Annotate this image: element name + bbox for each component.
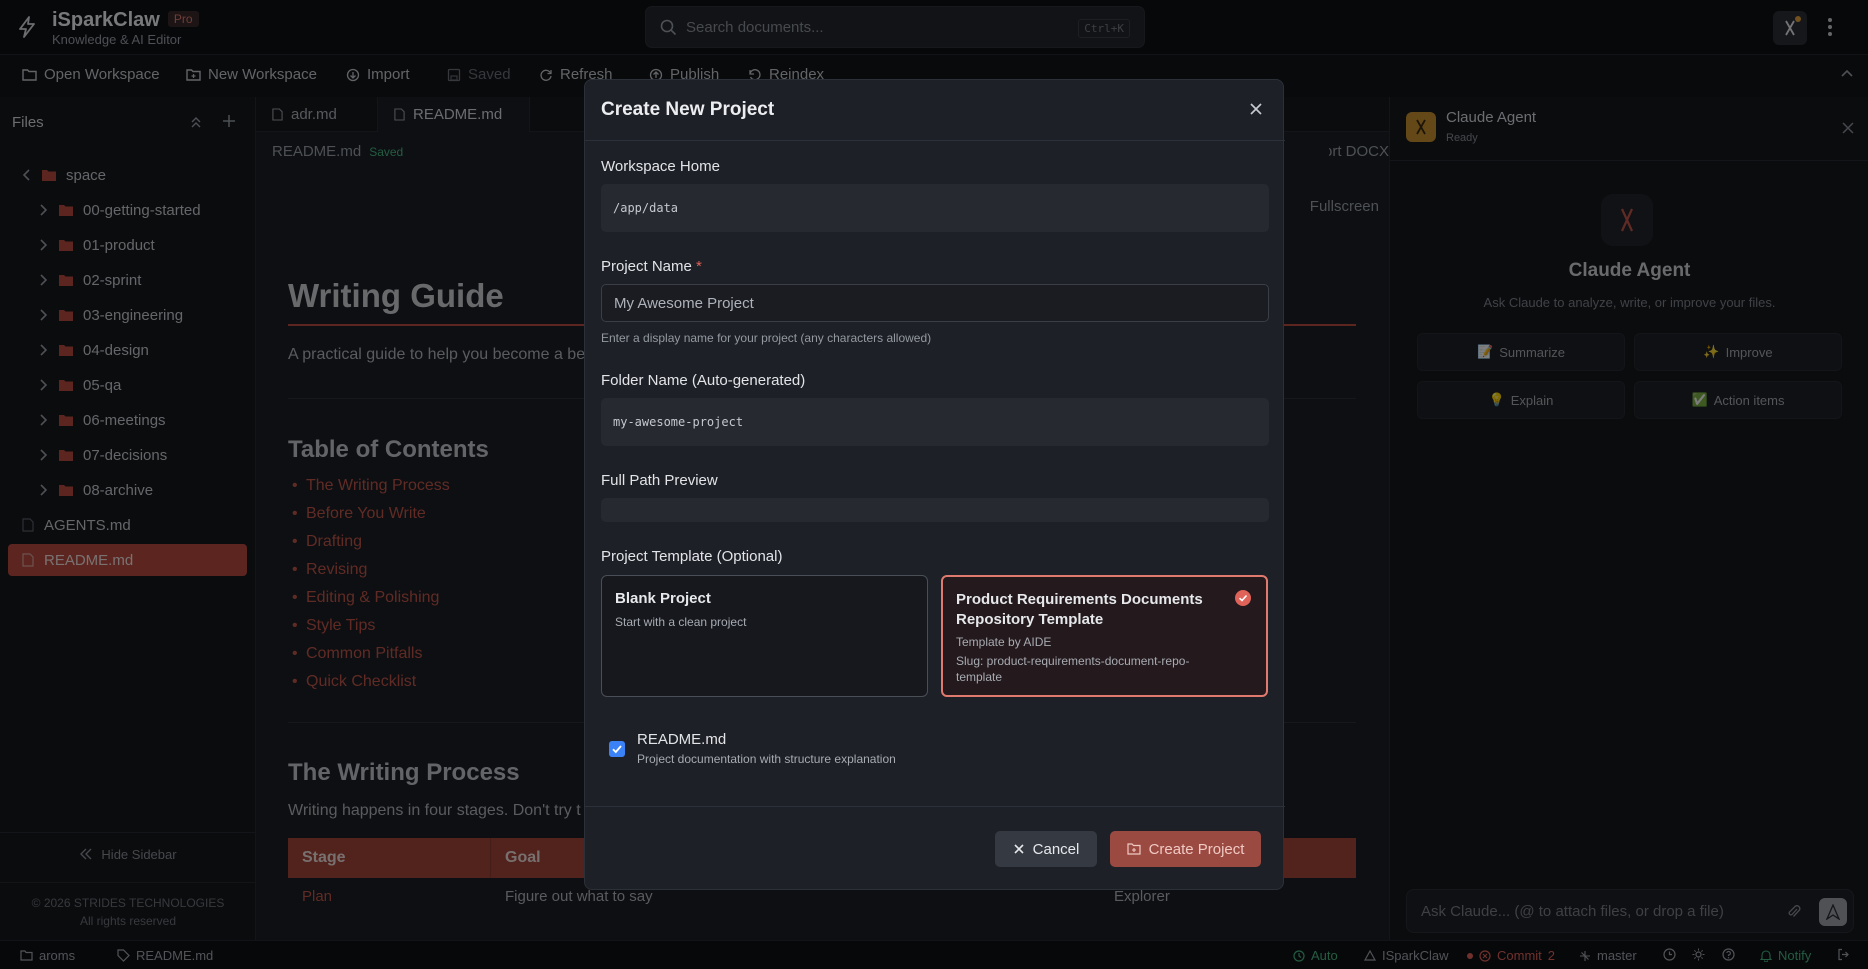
check-circle-icon [1235,590,1251,606]
create-project-button[interactable]: Create Project [1110,831,1261,867]
folder-name-label: Folder Name (Auto-generated) [601,372,806,389]
readme-checkbox[interactable] [609,741,625,757]
create-project-dialog: Create New Project Workspace Home /app/d… [584,79,1285,890]
full-path-label: Full Path Preview [601,472,718,489]
template-card-prd[interactable]: Product Requirements Documents Repositor… [941,575,1268,697]
readme-option-label: README.md [637,731,727,748]
template-title: Product Requirements Documents Repositor… [956,591,1203,628]
project-name-help: Enter a display name for your project (a… [601,331,932,345]
folder-name-field: my-awesome-project [601,398,1269,446]
project-name-input[interactable]: My Awesome Project [601,284,1269,322]
project-name-label: Project Name * [601,258,702,275]
full-path-preview [601,498,1269,522]
template-slug: Slug: product-requirements-document-repo… [956,654,1190,684]
required-mark: * [696,258,702,275]
workspace-home-field: /app/data [601,184,1269,232]
template-card-blank[interactable]: Blank Project Start with a clean project [601,575,928,697]
cancel-button[interactable]: Cancel [995,831,1097,867]
template-label: Project Template (Optional) [601,548,783,565]
workspace-home-label: Workspace Home [601,158,720,175]
readme-option-desc: Project documentation with structure exp… [637,752,896,766]
create-label: Create Project [1148,840,1245,858]
x-icon [1013,843,1025,855]
project-name-label-text: Project Name [601,258,692,275]
cancel-label: Cancel [1032,840,1080,858]
template-desc: Start with a clean project [615,615,747,629]
dialog-title: Create New Project [601,99,775,120]
project-name-placeholder: My Awesome Project [614,295,754,312]
folder-plus-icon [1126,843,1141,855]
divider [585,806,1285,807]
template-title: Blank Project [615,590,711,607]
template-author: Template by AIDE [956,635,1052,649]
divider [585,140,1285,141]
close-icon[interactable] [1249,102,1263,116]
